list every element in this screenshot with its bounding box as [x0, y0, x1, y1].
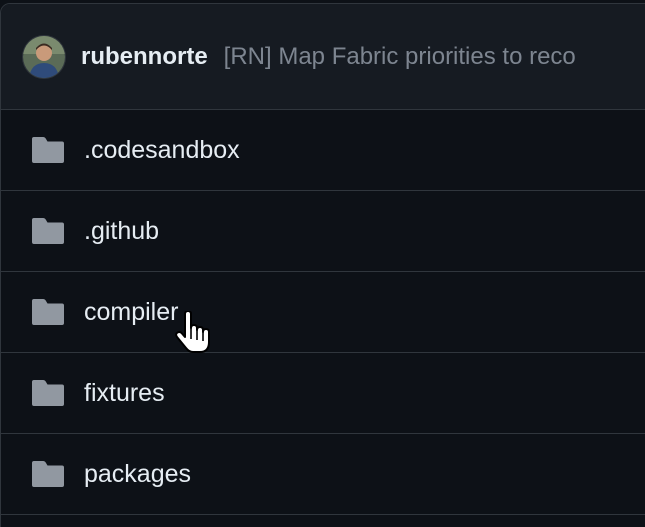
item-name-link[interactable]: .codesandbox [84, 136, 240, 165]
file-browser: rubennorte [RN] Map Fabric priorities to… [0, 3, 645, 527]
folder-icon [31, 217, 65, 245]
commit-message-link[interactable]: [RN] Map Fabric priorities to reco [224, 43, 576, 71]
list-item[interactable]: compiler [1, 272, 645, 353]
list-item[interactable]: .github [1, 191, 645, 272]
item-name-link[interactable]: compiler [84, 298, 178, 327]
item-name-link[interactable]: .github [84, 217, 159, 246]
avatar-image [23, 35, 65, 78]
author-avatar[interactable] [23, 35, 65, 78]
list-item[interactable]: .codesandbox [1, 110, 645, 191]
folder-icon [31, 379, 65, 407]
folder-icon [31, 298, 65, 326]
folder-icon [31, 136, 65, 164]
latest-commit-header: rubennorte [RN] Map Fabric priorities to… [1, 4, 645, 110]
item-name-link[interactable]: packages [84, 460, 191, 489]
list-item[interactable]: packages [1, 434, 645, 515]
list-item[interactable]: fixtures [1, 353, 645, 434]
folder-icon [31, 460, 65, 488]
commit-author-link[interactable]: rubennorte [81, 43, 208, 71]
item-name-link[interactable]: fixtures [84, 379, 165, 408]
